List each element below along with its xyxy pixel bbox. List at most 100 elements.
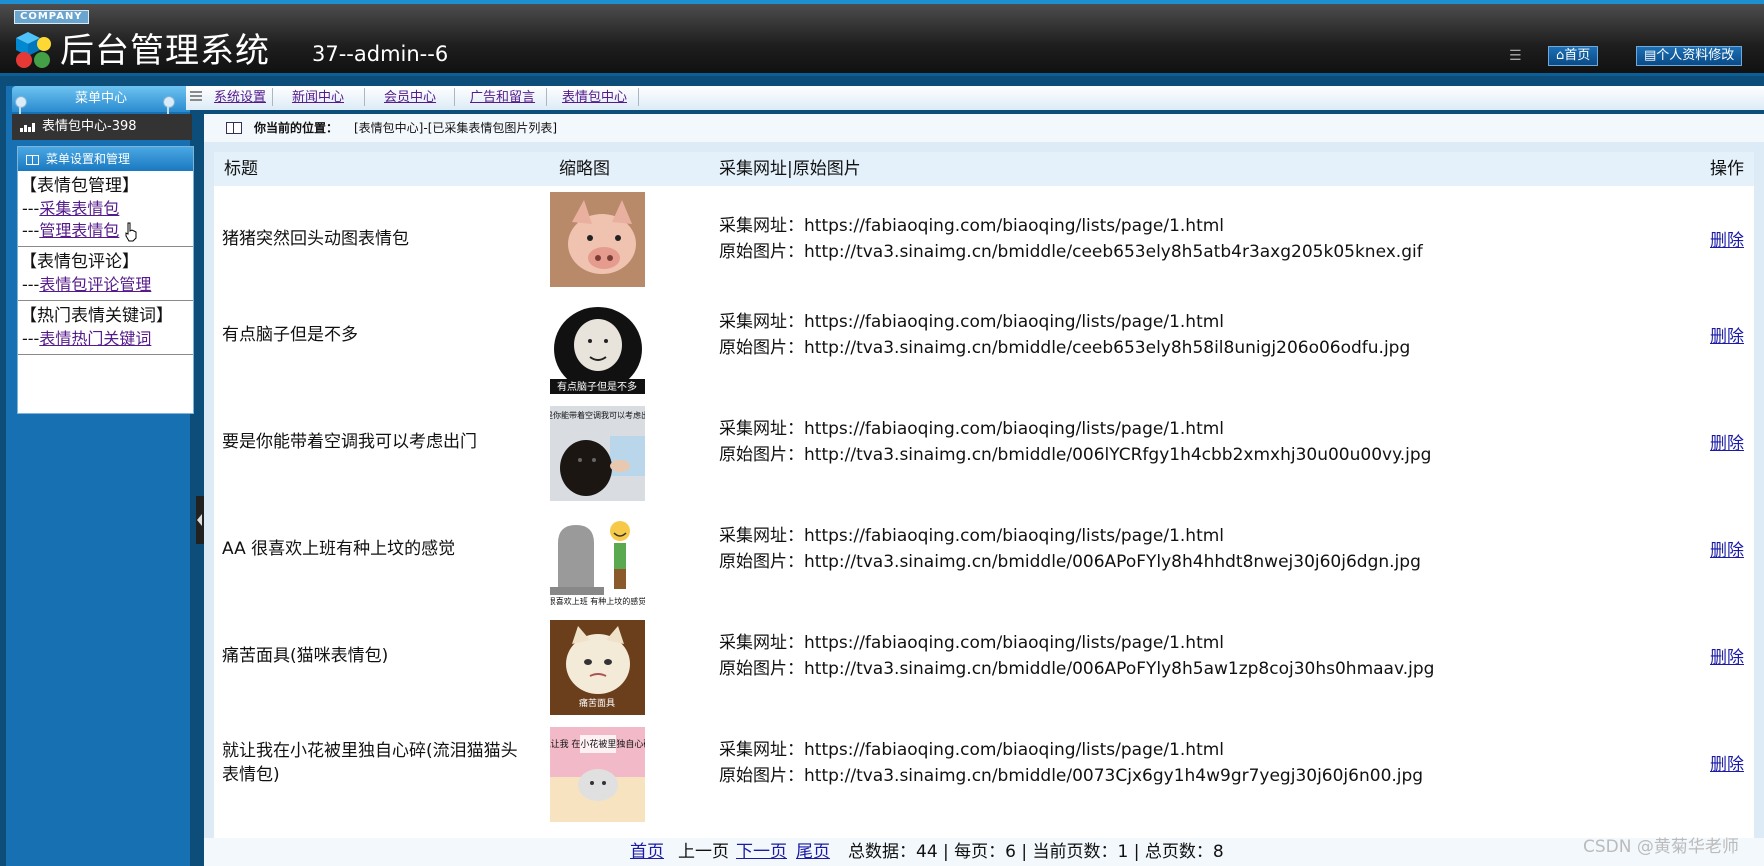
table-row: 猪猪突然回头动图表情包 采集网址：https://fabiaoqing.com/… [214,186,1754,293]
menu-panel: 菜单设置和管理 【表情包管理】 ---采集表情包 ---管理表情包 【表情包评论… [17,146,194,414]
original-image-url: http://tva3.sinaimg.cn/bmiddle/0073Cjx6g… [804,766,1424,786]
original-image-url: http://tva3.sinaimg.cn/bmiddle/006lYCRfg… [804,445,1432,465]
nav-separator [638,88,639,106]
row-title: 就让我在小花被里独自心碎(流泪猫猫头表情包) [222,741,518,785]
location-path: [表情包中心]-[已采集表情包图片列表] [354,121,558,135]
nav-emoji-center[interactable]: 表情包中心 [562,89,627,107]
row-urls: 采集网址：https://fabiaoqing.com/biaoqing/lis… [719,740,1424,786]
menu-item-keywords: ---表情热门关键词 [22,329,152,348]
original-image-url: http://tva3.sinaimg.cn/bmiddle/ceeb653el… [804,242,1423,262]
pager-summary: 总数据：44 | 每页：6 | 当前页数：1 | 总页数：8 [848,842,1224,862]
row-urls: 采集网址：https://fabiaoqing.com/biaoqing/lis… [719,312,1411,358]
menu-item-manage: ---管理表情包 [20,220,193,242]
delete-link[interactable]: 删除 [1710,226,1744,251]
comment-manage-link[interactable]: 表情包评论管理 [39,275,151,294]
thumbnail-image[interactable]: 就让我 在小花被里独自心碎 [550,727,645,822]
hand-cursor-icon [125,222,137,241]
thumb-caption: 痛苦面具 [579,697,615,709]
row-urls: 采集网址：https://fabiaoqing.com/biaoqing/lis… [719,216,1423,262]
table-row: AA 很喜欢上班有种上坟的感觉 很喜欢上班 有种上坟的感觉 采集网址：https… [214,507,1754,614]
delete-link[interactable]: 删除 [1710,750,1744,775]
row-urls: 采集网址：https://fabiaoqing.com/biaoqing/lis… [719,633,1435,679]
col-title: 标题 [224,159,258,179]
delete-link[interactable]: 删除 [1710,322,1744,347]
system-title: 后台管理系统 [60,31,270,71]
row-title: 猪猪突然回头动图表情包 [222,229,409,249]
sidebar-section[interactable]: 表情包中心-398 [12,114,192,140]
nav-lines-icon [190,91,202,103]
table-row: 有点脑子但是不多 有点脑子但是不多 采集网址：https://fabiaoqin… [214,293,1754,400]
menu-item-collect: ---采集表情包 [22,199,120,218]
sidebar-collapse-handle[interactable] [196,496,204,544]
collect-url: https://fabiaoqing.com/biaoqing/lists/pa… [804,419,1225,439]
delete-link[interactable]: 删除 [1710,429,1744,454]
menu-panel-header: 菜单设置和管理 [18,147,193,171]
nav-separator [272,88,273,106]
thumb-caption: 就让我 在小花被里独自心碎 [550,738,645,750]
thumb-caption: 要是你能带着空调我可以考虑出门 [550,410,645,420]
original-image-url: http://tva3.sinaimg.cn/bmiddle/006APoFYl… [804,552,1421,572]
breadcrumb: 你当前的位置： [表情包中心]-[已采集表情包图片列表] [204,114,1764,142]
original-image-url: http://tva3.sinaimg.cn/bmiddle/ceeb653el… [804,338,1411,358]
col-thumbnail: 缩略图 [559,159,610,179]
row-title: 痛苦面具(猫咪表情包) [222,646,389,666]
nav-system-settings[interactable]: 系统设置 [214,89,266,107]
pager-prev: 上一页 [678,842,729,862]
nav-separator [364,88,365,106]
nav-separator [546,88,547,106]
nav-member-center[interactable]: 会员中心 [384,89,436,107]
collect-url: https://fabiaoqing.com/biaoqing/lists/pa… [804,633,1225,653]
pager-last[interactable]: 尾页 [796,838,830,866]
thumbnail-image[interactable]: 要是你能带着空调我可以考虑出门 [550,406,645,501]
menu-lines-icon[interactable]: ☰ [1509,48,1522,64]
menu-group-title: 【热门表情关键词】 [20,306,173,326]
menu-group-title: 【表情包管理】 [20,176,139,196]
company-badge: COMPANY [14,10,89,24]
nav-news-center[interactable]: 新闻中心 [292,89,344,107]
menu-group-keywords: 【热门表情关键词】 ---表情热门关键词 [18,301,193,355]
menu-group-title: 【表情包评论】 [20,252,139,272]
emoji-table: 标题 缩略图 采集网址|原始图片 操作 猪猪突然回头动图表情包 采集网址：htt… [214,152,1754,842]
row-title: 要是你能带着空调我可以考虑出门 [222,432,477,452]
top-navigation: 系统设置 新闻中心 会员中心 广告和留言 表情包中心 [186,86,1764,110]
manage-emoji-link[interactable]: 管理表情包 [39,221,119,240]
original-image-url: http://tva3.sinaimg.cn/bmiddle/006APoFYl… [804,659,1435,679]
thumbnail-image[interactable]: 痛苦面具 [550,620,645,715]
row-urls: 采集网址：https://fabiaoqing.com/biaoqing/lis… [719,419,1432,465]
nav-ads-messages[interactable]: 广告和留言 [470,89,535,107]
collect-emoji-link[interactable]: 采集表情包 [39,199,119,218]
thumb-caption: 很喜欢上班 有种上坟的感觉 [550,596,645,606]
pager-next[interactable]: 下一页 [736,838,787,866]
thumb-caption: 有点脑子但是不多 [557,380,637,393]
menu-group-emoji-manage: 【表情包管理】 ---采集表情包 ---管理表情包 [18,171,193,247]
book-icon [226,122,242,134]
watermark: CSDN @黄菊华老师 [1583,837,1739,857]
home-button[interactable]: ⌂首页 [1548,46,1599,66]
pagination: 首页 上一页 下一页 尾页 总数据：44 | 每页：6 | 当前页数：1 | 总… [204,838,1764,866]
nav-separator [454,88,455,106]
collect-url: https://fabiaoqing.com/biaoqing/lists/pa… [804,216,1225,236]
collect-url: https://fabiaoqing.com/biaoqing/lists/pa… [804,526,1225,546]
delete-link[interactable]: 删除 [1710,643,1744,668]
pager-first[interactable]: 首页 [630,838,664,866]
thumbnail-image[interactable] [550,192,645,287]
collect-url: https://fabiaoqing.com/biaoqing/lists/pa… [804,740,1225,760]
menu-group-comments: 【表情包评论】 ---表情包评论管理 [18,247,193,301]
app-header: COMPANY 后台管理系统 37--admin--6 ☰ ⌂首页 ▤个人资料修… [0,0,1764,76]
logo-cubes-icon [16,32,51,68]
table-header: 标题 缩略图 采集网址|原始图片 操作 [214,152,1754,186]
delete-link[interactable]: 删除 [1710,536,1744,561]
pin-icon [14,96,27,114]
table-row: 要是你能带着空调我可以考虑出门 要是你能带着空调我可以考虑出门 采集网址：htt… [214,400,1754,507]
profile-edit-button[interactable]: ▤个人资料修改 [1636,46,1743,66]
hot-keywords-link[interactable]: 表情热门关键词 [39,329,151,348]
thumbnail-image[interactable]: 很喜欢上班 有种上坟的感觉 [550,513,645,608]
table-row: 痛苦面具(猫咪表情包) 痛苦面具 采集网址：https://fabiaoqing… [214,614,1754,721]
main-content: 你当前的位置： [表情包中心]-[已采集表情包图片列表] 标题 缩略图 采集网址… [204,114,1764,866]
sidebar: 菜单中心 表情包中心-398 菜单设置和管理 【表情包管理】 ---采集表情包 … [6,86,194,866]
pin-icon [162,96,175,114]
book-icon [26,154,39,165]
thumbnail-image[interactable]: 有点脑子但是不多 [550,299,645,394]
bar-chart-icon [20,121,36,132]
list-icon: ▤ [1644,48,1657,63]
